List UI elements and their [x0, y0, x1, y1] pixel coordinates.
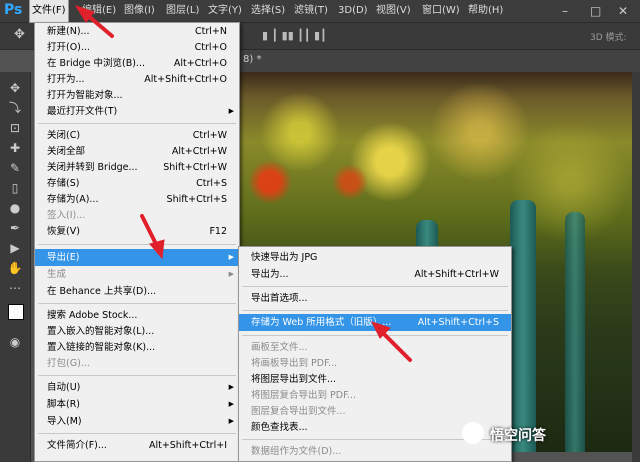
hand-icon[interactable]: ✋ [6, 260, 24, 276]
menu-item-place-embedded[interactable]: 置入嵌入的智能对象(L)... [35, 323, 239, 340]
menu-help[interactable]: 帮助(H) [466, 0, 505, 22]
crop-icon[interactable]: ⊡ [6, 120, 24, 136]
menu-item-export-as[interactable]: 导出为... Alt+Shift+Ctrl+W [239, 266, 511, 283]
fence-post-image [565, 212, 585, 452]
menu-item-artboards-to-files: 画板至文件... [251, 342, 308, 353]
menu-item-data-sets-as-files: 数据组作为文件(D)... [251, 446, 342, 457]
menu-item-automate[interactable]: 自动(U) ▶ [35, 379, 239, 396]
menu-window[interactable]: 窗口(W) [420, 0, 462, 22]
menu-item-file-info[interactable]: 文件简介(F)... Alt+Shift+Ctrl+I [35, 437, 239, 454]
menu-separator [242, 310, 508, 311]
maximize-icon[interactable]: □ [590, 0, 601, 22]
3d-mode-label: 3D 模式: [590, 33, 627, 43]
menu-item-close-all[interactable]: 关闭全部 Alt+Ctrl+W [35, 143, 239, 160]
menu-file[interactable]: 文件(F) [29, 0, 69, 23]
tools-panel: ✥ ⤵ ⊡ ✚ ✎ ▯ ● ✒ ▶ ✋ ⋯ ◉ [0, 72, 31, 462]
submenu-arrow-icon: ▶ [228, 417, 234, 425]
document-tab[interactable] [240, 50, 640, 72]
menu-item-package: 打包(G)... [47, 358, 90, 369]
menu-bar: Ps 文件(F) 编辑(E) 图像(I) 图层(L) 文字(Y) 选择(S) 滤… [0, 0, 640, 23]
menu-filter[interactable]: 滤镜(T) [292, 0, 330, 22]
menu-edit[interactable]: 编辑(E) [80, 0, 118, 22]
menu-separator [38, 123, 236, 124]
menu-separator [38, 303, 236, 304]
menu-image[interactable]: 图像(I) [122, 0, 157, 22]
menu-item-save-as[interactable]: 存储为(A)... Shift+Ctrl+S [35, 191, 239, 208]
pen-icon[interactable]: ✒ [6, 220, 24, 236]
eraser-icon[interactable]: ▯ [6, 180, 24, 196]
menu-type[interactable]: 文字(Y) [206, 0, 244, 22]
menu-item-revert[interactable]: 恢复(V) F12 [35, 223, 239, 240]
menu-3d[interactable]: 3D(D) [336, 0, 370, 22]
file-menu-dropdown: 新建(N)... Ctrl+N 打开(O)... Ctrl+O 在 Bridge 中… [34, 22, 240, 462]
menu-item-export-preferences[interactable]: 导出首选项... [239, 290, 511, 307]
menu-separator [38, 244, 236, 245]
menu-item-layers-to-files[interactable]: 将图层导出到文件... [239, 371, 511, 388]
menu-item-layer-comps-to-pdf: 将图层复合导出到 PDF... [251, 390, 357, 401]
menu-item-check-in: 签入(I)... [47, 210, 86, 221]
menu-layer[interactable]: 图层(L) [164, 0, 201, 22]
blur-icon[interactable]: ● [6, 200, 24, 216]
menu-item-artboards-to-pdf: 将画板导出到 PDF... [251, 358, 338, 369]
menu-item-export[interactable]: 导出(E) ▶ [35, 249, 239, 266]
menu-item-quick-export-jpg[interactable]: 快速导出为 JPG [239, 249, 511, 266]
menu-item-open-as[interactable]: 打开为... Alt+Shift+Ctrl+O [35, 71, 239, 88]
fence-post-image [510, 200, 536, 452]
menu-item-layer-comps-to-files: 图层复合导出到文件... [251, 406, 346, 417]
submenu-arrow-icon: ▶ [228, 400, 234, 408]
menu-select[interactable]: 选择(S) [249, 0, 287, 22]
menu-separator [38, 375, 236, 376]
move-icon[interactable]: ✥ [6, 80, 24, 96]
align-options-icon[interactable]: ▮ ┃ ▮▮ ┃┃ ▮┃ [262, 29, 327, 42]
lasso-icon[interactable]: ⤵ [6, 100, 24, 116]
path-select-icon[interactable]: ▶ [6, 240, 24, 256]
watermark-text: 悟空问答 [490, 428, 546, 444]
submenu-arrow-icon: ▶ [228, 253, 234, 261]
quick-mask-icon[interactable]: ◉ [6, 334, 24, 350]
menu-view[interactable]: 视图(V) [374, 0, 413, 22]
menu-item-open-smart-object[interactable]: 打开为智能对象... [35, 87, 239, 104]
menu-item-close-go-bridge[interactable]: 关闭并转到 Bridge... Shift+Ctrl+W [35, 159, 239, 176]
minimize-icon[interactable]: – [562, 0, 568, 22]
menu-item-place-linked[interactable]: 置入链接的智能对象(K)... [35, 339, 239, 356]
menu-item-new[interactable]: 新建(N)... Ctrl+N [35, 23, 239, 40]
photoshop-logo: Ps [4, 2, 23, 18]
menu-item-open[interactable]: 打开(O)... Ctrl+O [35, 39, 239, 56]
brush-icon[interactable]: ✎ [6, 160, 24, 176]
document-tab-title: 8) * [243, 54, 262, 65]
foreground-color-swatch[interactable] [8, 304, 24, 320]
menu-item-import[interactable]: 导入(M) ▶ [35, 413, 239, 430]
more-tools-icon[interactable]: ⋯ [6, 280, 24, 296]
menu-item-close[interactable]: 关闭(C) Ctrl+W [35, 127, 239, 144]
menu-item-search-adobe-stock[interactable]: 搜索 Adobe Stock... [35, 307, 239, 324]
healing-brush-icon[interactable]: ✚ [6, 140, 24, 156]
menu-item-recent-files[interactable]: 最近打开文件(T) ▶ [35, 103, 239, 120]
right-panel-strip [632, 72, 640, 462]
submenu-arrow-icon: ▶ [228, 270, 234, 278]
menu-item-generate: 生成 ▶ [35, 266, 239, 283]
menu-item-share-behance[interactable]: 在 Behance 上共享(D)... [35, 283, 239, 300]
menu-item-save-for-web[interactable]: 存储为 Web 所用格式（旧版）... Alt+Shift+Ctrl+S [239, 314, 511, 331]
wukong-logo-icon [462, 422, 484, 444]
menu-separator [242, 335, 508, 336]
close-icon[interactable]: ✕ [618, 0, 628, 22]
submenu-arrow-icon: ▶ [228, 383, 234, 391]
menu-separator [38, 433, 236, 434]
menu-item-save[interactable]: 存储(S) Ctrl+S [35, 175, 239, 192]
menu-item-browse-bridge[interactable]: 在 Bridge 中浏览(B)... Alt+Ctrl+O [35, 55, 239, 72]
submenu-arrow-icon: ▶ [228, 107, 234, 115]
move-tool-icon[interactable]: ✥ [14, 27, 25, 42]
menu-separator [242, 286, 508, 287]
menu-item-scripts[interactable]: 脚本(R) ▶ [35, 396, 239, 413]
